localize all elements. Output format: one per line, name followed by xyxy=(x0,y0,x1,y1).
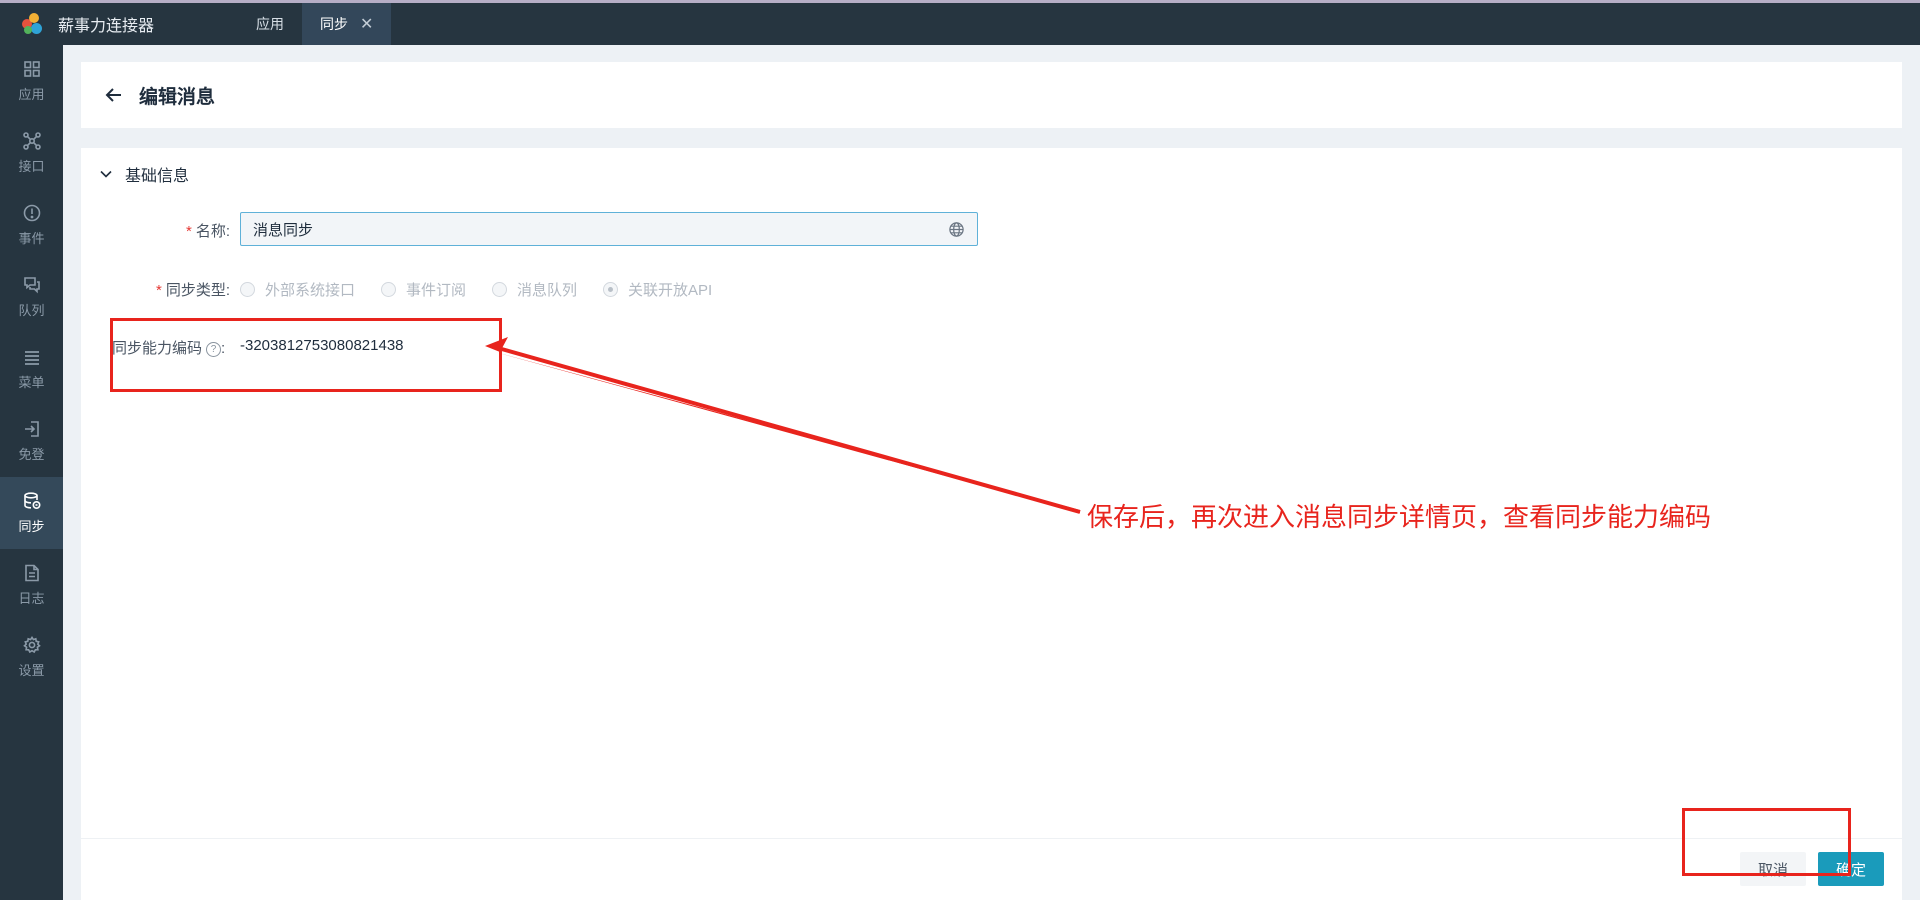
sidebar-item-label: 事件 xyxy=(18,231,45,246)
radio-label: 外部系统接口 xyxy=(265,282,356,299)
section-title: 基础信息 xyxy=(125,168,190,185)
radio-label: 事件订阅 xyxy=(406,282,467,299)
sidebar-item-sync[interactable]: 同步 xyxy=(0,477,63,549)
database-icon xyxy=(23,492,41,510)
page-header: 编辑消息 xyxy=(81,62,1902,128)
name-input-value: 消息同步 xyxy=(253,221,314,239)
back-arrow-icon[interactable] xyxy=(103,84,125,106)
radio-circle-checked xyxy=(603,282,619,297)
radio-circle xyxy=(492,282,508,297)
sync-type-label: * 同步类型: xyxy=(156,279,230,300)
name-label-text: 名称: xyxy=(195,223,230,240)
sidebar-item-label: 设置 xyxy=(18,663,45,678)
gear-icon xyxy=(22,636,41,654)
radio-circle xyxy=(381,282,397,297)
sync-type-label-text: 同步类型: xyxy=(165,282,230,299)
sidebar-item-label: 同步 xyxy=(18,519,45,534)
name-input[interactable]: 消息同步 xyxy=(240,212,978,246)
globe-icon[interactable] xyxy=(948,221,965,238)
queue-icon xyxy=(23,277,40,294)
radio-open-api[interactable]: 关联开放API xyxy=(603,279,712,300)
sidebar-item-queue[interactable]: 队列 xyxy=(0,261,63,333)
radio-label: 关联开放API xyxy=(628,282,713,299)
annotation-box-buttons xyxy=(1682,808,1851,876)
sidebar-item-settings[interactable]: 设置 xyxy=(0,621,63,693)
page-title: 编辑消息 xyxy=(139,86,216,108)
footer-divider xyxy=(81,838,1902,839)
sidebar-item-label: 日志 xyxy=(18,591,45,606)
grid-icon xyxy=(23,61,40,77)
radio-circle xyxy=(240,282,255,297)
menu-icon xyxy=(24,351,39,365)
sidebar-item-label: 菜单 xyxy=(18,375,45,390)
sidebar-item-apps[interactable]: 应用 xyxy=(0,45,63,117)
annotation-box-code xyxy=(110,318,502,392)
annotation-note: 保存后，再次进入消息同步详情页，查看同步能力编码 xyxy=(1087,502,1712,532)
radio-external-interface[interactable]: 外部系统接口 xyxy=(240,279,355,300)
radio-label: 消息队列 xyxy=(517,282,578,299)
tab-sync[interactable]: 同步 ✕ xyxy=(302,3,392,45)
sidebar-item-label: 接口 xyxy=(18,159,45,174)
close-icon[interactable]: ✕ xyxy=(360,14,373,34)
radio-event-subscription[interactable]: 事件订阅 xyxy=(381,279,466,300)
document-icon xyxy=(24,564,39,582)
sidebar-item-label: 免登 xyxy=(18,447,45,462)
chevron-down-icon xyxy=(100,170,112,178)
required-mark: * xyxy=(185,223,192,240)
sidebar-item-interface[interactable]: 接口 xyxy=(0,117,63,189)
sidebar-item-label: 应用 xyxy=(18,87,45,102)
tab-label: 应用 xyxy=(256,16,284,32)
required-mark: * xyxy=(155,282,162,299)
interface-icon xyxy=(22,132,41,150)
sidebar-item-menu[interactable]: 菜单 xyxy=(0,333,63,405)
name-label: * 名称: xyxy=(186,220,230,241)
app-logo-icon xyxy=(20,12,44,36)
alert-icon xyxy=(23,204,40,222)
top-bar: 薪事力连接器 应用 同步 ✕ xyxy=(0,3,1920,45)
tab-apps[interactable]: 应用 xyxy=(238,3,302,45)
login-icon xyxy=(24,421,39,437)
radio-message-queue[interactable]: 消息队列 xyxy=(492,279,577,300)
tab-label: 同步 xyxy=(320,16,348,32)
sidebar-item-label: 队列 xyxy=(18,303,45,318)
sidebar: 应用 接口 事件 队列 菜单 免登 同步 日志 设置 xyxy=(0,45,63,900)
brand: 薪事力连接器 xyxy=(0,3,238,45)
section-toggle[interactable]: 基础信息 xyxy=(99,162,189,186)
sync-type-radio-group: 外部系统接口 事件订阅 消息队列 关联开放API xyxy=(240,279,738,300)
sidebar-item-logs[interactable]: 日志 xyxy=(0,549,63,621)
sidebar-item-sso[interactable]: 免登 xyxy=(0,405,63,477)
sidebar-item-events[interactable]: 事件 xyxy=(0,189,63,261)
app-name: 薪事力连接器 xyxy=(58,18,155,35)
